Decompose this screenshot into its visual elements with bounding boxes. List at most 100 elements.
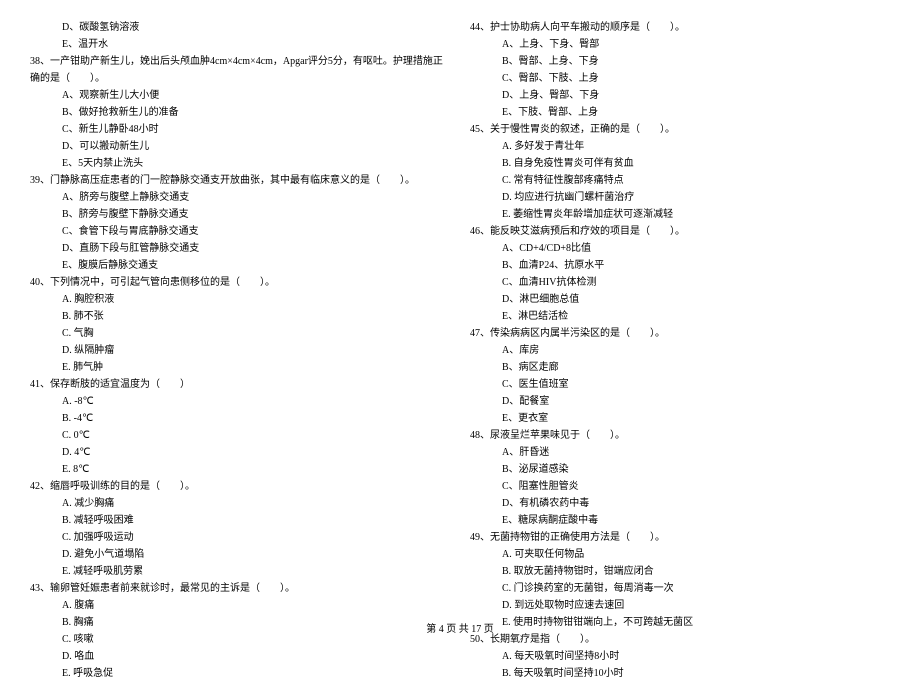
option-line: A、观察新生儿大小便 [30,88,450,104]
option-line: D. 4℃ [30,445,450,461]
question-text: 输卵管妊娠患者前来就诊时，最常见的主诉是（ ）。 [50,583,295,594]
option-line: A、脐旁与腹壁上静脉交通支 [30,190,450,206]
option-line: C. 门诊换药室的无菌钳，每周消毒一次 [470,581,890,597]
option-line: E、糖尿病酮症酸中毒 [470,513,890,529]
option-line: B. 每天吸氧时间坚持10小时 [470,666,890,682]
option-line: E、5天内禁止洗头 [30,156,450,172]
option-line: B、泌尿道感染 [470,462,890,478]
option-line: A、CD+4/CD+8比值 [470,241,890,257]
option-line: B、臀部、上身、下身 [470,54,890,70]
option-line: C. 0℃ [30,428,450,444]
option-line: D. 纵隔肿瘤 [30,343,450,359]
question-text: 长期氧疗是指（ ）。 [490,634,595,645]
question-text: 保存断肢的适宜温度为（ ） [50,379,190,390]
option-line: B. 肺不张 [30,309,450,325]
option-line: D、配餐室 [470,394,890,410]
question-number: 40、 [30,277,50,288]
question-43: 43、输卵管妊娠患者前来就诊时，最常见的主诉是（ ）。 [30,581,450,597]
question-40: 40、下列情况中，可引起气管向患侧移位的是（ ）。 [30,275,450,291]
option-line: D. 避免小气道塌陷 [30,547,450,563]
option-line: D、上身、臀部、下身 [470,88,890,104]
option-line: C、食管下段与胃底静脉交通支 [30,224,450,240]
option-line: D. 咯血 [30,649,450,665]
question-text: 下列情况中，可引起气管向患侧移位的是（ ）。 [50,277,275,288]
option-line: A. 胸腔积液 [30,292,450,308]
question-number: 49、 [470,532,490,543]
question-number: 41、 [30,379,50,390]
question-48: 48、尿液呈烂苹果味见于（ ）。 [470,428,890,444]
question-number: 48、 [470,430,490,441]
option-line: A. 多好发于青壮年 [470,139,890,155]
option-line: A. -8℃ [30,394,450,410]
option-line: B. -4℃ [30,411,450,427]
option-line: C. 气胸 [30,326,450,342]
question-number: 42、 [30,481,50,492]
option-line: D. 均应进行抗幽门螺杆菌治疗 [470,190,890,206]
option-line: D、淋巴细胞总值 [470,292,890,308]
question-text: 门静脉高压症患者的门一腔静脉交通支开放曲张，其中最有临床意义的是（ ）。 [50,175,415,186]
question-text: 尿液呈烂苹果味见于（ ）。 [490,430,625,441]
option-line: D、有机磷农药中毒 [470,496,890,512]
option-line: D. 到远处取物时应速去速回 [470,598,890,614]
question-text: 缩唇呼吸训练的目的是（ ）。 [50,481,195,492]
question-text: 无菌持物钳的正确使用方法是（ ）。 [490,532,665,543]
right-column: 44、护士协助病人向平车搬动的顺序是（ ）。 A、上身、下身、臀部 B、臀部、上… [470,20,890,683]
option-line: C、新生儿静卧48小时 [30,122,450,138]
question-number: 39、 [30,175,50,186]
document-content: D、碳酸氢钠溶液 E、温开水 38、一产钳助产新生儿，娩出后头颅血肿4cm×4c… [30,20,890,683]
option-line: E、温开水 [30,37,450,53]
question-text: 关于慢性胃炎的叙述，正确的是（ ）。 [490,124,675,135]
option-line: E、下肢、臀部、上身 [470,105,890,121]
option-line: B、血清P24、抗原水平 [470,258,890,274]
question-number: 45、 [470,124,490,135]
option-line: A. 减少胸痛 [30,496,450,512]
option-line: D、碳酸氢钠溶液 [30,20,450,36]
option-line: C、阻塞性胆管炎 [470,479,890,495]
question-45: 45、关于慢性胃炎的叙述，正确的是（ ）。 [470,122,890,138]
option-line: C、臀部、下肢、上身 [470,71,890,87]
option-line: A、上身、下身、臀部 [470,37,890,53]
option-line: A. 每天吸氧时间坚持8小时 [470,649,890,665]
question-text: 一产钳助产新生儿，娩出后头颅血肿4cm×4cm×4cm，Apgar评分5分，有呕… [50,56,443,67]
question-number: 50、 [470,634,490,645]
option-line: B. 减轻呼吸困难 [30,513,450,529]
option-line: C、医生值班室 [470,377,890,393]
question-number: 47、 [470,328,490,339]
question-number: 46、 [470,226,490,237]
option-line: E. 萎缩性胃炎年龄增加症状可逐渐减轻 [470,207,890,223]
option-line: D、直肠下段与肛管静脉交通支 [30,241,450,257]
option-line: C. 常有特征性腹部疼痛特点 [470,173,890,189]
option-line: A. 可夹取任何物品 [470,547,890,563]
question-number: 44、 [470,22,490,33]
option-line: E. 呼吸急促 [30,666,450,682]
left-column: D、碳酸氢钠溶液 E、温开水 38、一产钳助产新生儿，娩出后头颅血肿4cm×4c… [30,20,450,683]
option-line: B. 取放无菌持物钳时，钳端应闭合 [470,564,890,580]
question-46: 46、能反映艾滋病预后和疗效的项目是（ ）。 [470,224,890,240]
option-line: E、腹膜后静脉交通支 [30,258,450,274]
question-text: 传染病病区内属半污染区的是（ ）。 [490,328,665,339]
question-text: 护士协助病人向平车搬动的顺序是（ ）。 [490,22,685,33]
option-line: D、可以搬动新生儿 [30,139,450,155]
question-44: 44、护士协助病人向平车搬动的顺序是（ ）。 [470,20,890,36]
option-line: A. 腹痛 [30,598,450,614]
option-line: B、脐旁与腹壁下静脉交通支 [30,207,450,223]
question-47: 47、传染病病区内属半污染区的是（ ）。 [470,326,890,342]
option-line: E. 8℃ [30,462,450,478]
page-footer: 第 4 页 共 17 页 [0,620,920,635]
option-line: B、病区走廊 [470,360,890,376]
option-line: B. 自身免疫性胃炎可伴有贫血 [470,156,890,172]
option-line: C、血清HIV抗体检测 [470,275,890,291]
question-49: 49、无菌持物钳的正确使用方法是（ ）。 [470,530,890,546]
option-line: C. 加强呼吸运动 [30,530,450,546]
option-line: E. 减轻呼吸肌劳累 [30,564,450,580]
option-line: A、肝昏迷 [470,445,890,461]
question-text: 能反映艾滋病预后和疗效的项目是（ ）。 [490,226,685,237]
option-line: E. 肺气肿 [30,360,450,376]
option-line: B、做好抢救新生儿的准备 [30,105,450,121]
question-41: 41、保存断肢的适宜温度为（ ） [30,377,450,393]
question-42: 42、缩唇呼吸训练的目的是（ ）。 [30,479,450,495]
question-number: 43、 [30,583,50,594]
option-line: E、更衣室 [470,411,890,427]
question-number: 38、 [30,56,50,67]
question-continuation: 确的是（ ）。 [30,71,450,87]
